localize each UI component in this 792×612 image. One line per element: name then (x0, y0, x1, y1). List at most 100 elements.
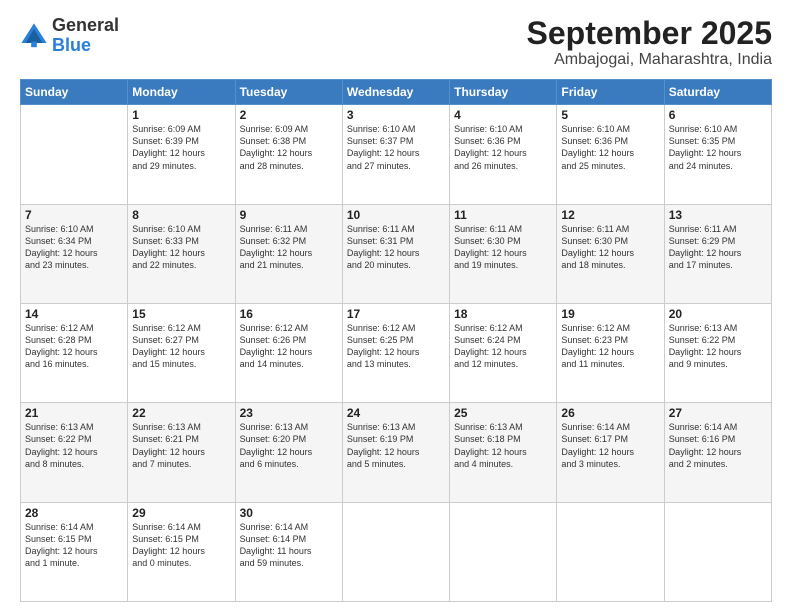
day-info: Sunrise: 6:11 AM Sunset: 6:30 PM Dayligh… (454, 223, 552, 272)
weekday-header-monday: Monday (128, 80, 235, 105)
calendar-week-row: 21Sunrise: 6:13 AM Sunset: 6:22 PM Dayli… (21, 403, 772, 502)
day-info: Sunrise: 6:12 AM Sunset: 6:24 PM Dayligh… (454, 322, 552, 371)
day-info: Sunrise: 6:12 AM Sunset: 6:26 PM Dayligh… (240, 322, 338, 371)
calendar-cell: 21Sunrise: 6:13 AM Sunset: 6:22 PM Dayli… (21, 403, 128, 502)
day-number: 29 (132, 506, 230, 520)
day-number: 27 (669, 406, 767, 420)
day-number: 24 (347, 406, 445, 420)
day-number: 23 (240, 406, 338, 420)
day-info: Sunrise: 6:13 AM Sunset: 6:22 PM Dayligh… (25, 421, 123, 470)
calendar-cell: 16Sunrise: 6:12 AM Sunset: 6:26 PM Dayli… (235, 303, 342, 402)
logo-general: General (52, 16, 119, 36)
day-number: 11 (454, 208, 552, 222)
calendar-cell: 29Sunrise: 6:14 AM Sunset: 6:15 PM Dayli… (128, 502, 235, 601)
calendar-week-row: 7Sunrise: 6:10 AM Sunset: 6:34 PM Daylig… (21, 204, 772, 303)
day-number: 13 (669, 208, 767, 222)
day-info: Sunrise: 6:10 AM Sunset: 6:36 PM Dayligh… (561, 123, 659, 172)
logo-text: General Blue (52, 16, 119, 56)
logo-icon (20, 22, 48, 50)
logo-blue: Blue (52, 36, 119, 56)
calendar-week-row: 1Sunrise: 6:09 AM Sunset: 6:39 PM Daylig… (21, 105, 772, 204)
calendar-cell: 17Sunrise: 6:12 AM Sunset: 6:25 PM Dayli… (342, 303, 449, 402)
day-number: 6 (669, 108, 767, 122)
calendar-cell: 20Sunrise: 6:13 AM Sunset: 6:22 PM Dayli… (664, 303, 771, 402)
day-info: Sunrise: 6:11 AM Sunset: 6:32 PM Dayligh… (240, 223, 338, 272)
day-number: 7 (25, 208, 123, 222)
weekday-header-sunday: Sunday (21, 80, 128, 105)
day-info: Sunrise: 6:13 AM Sunset: 6:20 PM Dayligh… (240, 421, 338, 470)
weekday-header-saturday: Saturday (664, 80, 771, 105)
day-info: Sunrise: 6:12 AM Sunset: 6:28 PM Dayligh… (25, 322, 123, 371)
page: General Blue September 2025 Ambajogai, M… (0, 0, 792, 612)
day-info: Sunrise: 6:10 AM Sunset: 6:33 PM Dayligh… (132, 223, 230, 272)
title-block: September 2025 Ambajogai, Maharashtra, I… (527, 16, 772, 69)
day-info: Sunrise: 6:13 AM Sunset: 6:18 PM Dayligh… (454, 421, 552, 470)
day-number: 17 (347, 307, 445, 321)
calendar-week-row: 28 Sunrise: 6:14 AM Sunset: 6:15 PM Dayli… (21, 502, 772, 601)
calendar-cell: 11Sunrise: 6:11 AM Sunset: 6:30 PM Dayli… (450, 204, 557, 303)
calendar-cell: 15Sunrise: 6:12 AM Sunset: 6:27 PM Dayli… (128, 303, 235, 402)
month-title: September 2025 (527, 16, 772, 51)
day-info: Sunrise: 6:09 AM Sunset: 6:39 PM Dayligh… (132, 123, 230, 172)
calendar-cell: 6Sunrise: 6:10 AM Sunset: 6:35 PM Daylig… (664, 105, 771, 204)
day-info: Sunrise: 6:13 AM Sunset: 6:21 PM Dayligh… (132, 421, 230, 470)
day-number: 28 (25, 506, 123, 520)
day-number: 2 (240, 108, 338, 122)
calendar-cell: 9Sunrise: 6:11 AM Sunset: 6:32 PM Daylig… (235, 204, 342, 303)
day-info: Sunrise: 6:13 AM Sunset: 6:19 PM Dayligh… (347, 421, 445, 470)
calendar-week-row: 14Sunrise: 6:12 AM Sunset: 6:28 PM Dayli… (21, 303, 772, 402)
calendar-cell: 10Sunrise: 6:11 AM Sunset: 6:31 PM Dayli… (342, 204, 449, 303)
day-info: Sunrise: 6:10 AM Sunset: 6:36 PM Dayligh… (454, 123, 552, 172)
day-number: 30 (240, 506, 338, 520)
calendar-cell: 5Sunrise: 6:10 AM Sunset: 6:36 PM Daylig… (557, 105, 664, 204)
calendar-cell: 26Sunrise: 6:14 AM Sunset: 6:17 PM Dayli… (557, 403, 664, 502)
calendar-cell (664, 502, 771, 601)
calendar-cell (450, 502, 557, 601)
day-info: Sunrise: 6:14 AM Sunset: 6:14 PM Dayligh… (240, 521, 338, 570)
day-info: Sunrise: 6:11 AM Sunset: 6:29 PM Dayligh… (669, 223, 767, 272)
day-number: 1 (132, 108, 230, 122)
day-number: 21 (25, 406, 123, 420)
calendar-cell (557, 502, 664, 601)
day-number: 4 (454, 108, 552, 122)
calendar-cell: 8Sunrise: 6:10 AM Sunset: 6:33 PM Daylig… (128, 204, 235, 303)
day-info: Sunrise: 6:09 AM Sunset: 6:38 PM Dayligh… (240, 123, 338, 172)
calendar-cell: 12Sunrise: 6:11 AM Sunset: 6:30 PM Dayli… (557, 204, 664, 303)
weekday-header-tuesday: Tuesday (235, 80, 342, 105)
day-info: Sunrise: 6:10 AM Sunset: 6:34 PM Dayligh… (25, 223, 123, 272)
day-number: 5 (561, 108, 659, 122)
day-number: 8 (132, 208, 230, 222)
day-number: 14 (25, 307, 123, 321)
calendar-cell: 1Sunrise: 6:09 AM Sunset: 6:39 PM Daylig… (128, 105, 235, 204)
day-number: 10 (347, 208, 445, 222)
calendar-cell: 25Sunrise: 6:13 AM Sunset: 6:18 PM Dayli… (450, 403, 557, 502)
calendar-cell: 19Sunrise: 6:12 AM Sunset: 6:23 PM Dayli… (557, 303, 664, 402)
day-info: Sunrise: 6:12 AM Sunset: 6:27 PM Dayligh… (132, 322, 230, 371)
day-number: 19 (561, 307, 659, 321)
calendar-table: SundayMondayTuesdayWednesdayThursdayFrid… (20, 79, 772, 602)
day-number: 25 (454, 406, 552, 420)
day-number: 3 (347, 108, 445, 122)
calendar-cell (21, 105, 128, 204)
calendar-cell: 13Sunrise: 6:11 AM Sunset: 6:29 PM Dayli… (664, 204, 771, 303)
day-info: Sunrise: 6:14 AM Sunset: 6:15 PM Dayligh… (132, 521, 230, 570)
calendar-cell: 7Sunrise: 6:10 AM Sunset: 6:34 PM Daylig… (21, 204, 128, 303)
calendar-cell: 4Sunrise: 6:10 AM Sunset: 6:36 PM Daylig… (450, 105, 557, 204)
weekday-header-friday: Friday (557, 80, 664, 105)
calendar-cell: 30Sunrise: 6:14 AM Sunset: 6:14 PM Dayli… (235, 502, 342, 601)
day-number: 15 (132, 307, 230, 321)
weekday-header-row: SundayMondayTuesdayWednesdayThursdayFrid… (21, 80, 772, 105)
location-title: Ambajogai, Maharashtra, India (527, 51, 772, 69)
calendar-cell: 23Sunrise: 6:13 AM Sunset: 6:20 PM Dayli… (235, 403, 342, 502)
weekday-header-thursday: Thursday (450, 80, 557, 105)
calendar-cell (342, 502, 449, 601)
day-number: 16 (240, 307, 338, 321)
calendar-cell: 2Sunrise: 6:09 AM Sunset: 6:38 PM Daylig… (235, 105, 342, 204)
day-info: Sunrise: 6:12 AM Sunset: 6:25 PM Dayligh… (347, 322, 445, 371)
day-number: 22 (132, 406, 230, 420)
day-info: Sunrise: 6:11 AM Sunset: 6:30 PM Dayligh… (561, 223, 659, 272)
day-number: 9 (240, 208, 338, 222)
calendar-cell: 28Sunrise: 6:14 AM Sunset: 6:15 PM Dayli… (21, 502, 128, 601)
header: General Blue September 2025 Ambajogai, M… (20, 16, 772, 69)
day-info: Sunrise: 6:13 AM Sunset: 6:22 PM Dayligh… (669, 322, 767, 371)
